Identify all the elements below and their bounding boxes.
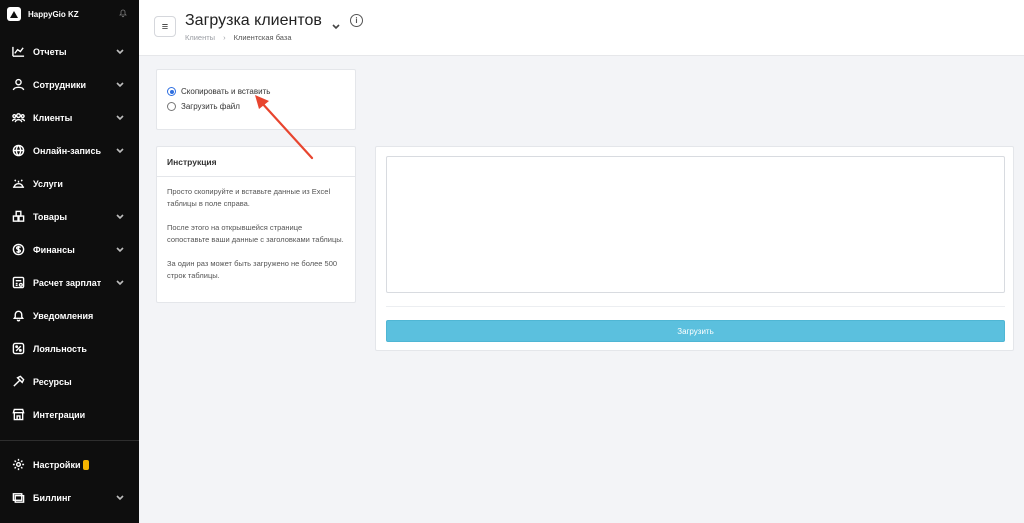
file-radio[interactable] (167, 102, 176, 111)
sidebar-item-loyalty[interactable]: Лояльность (0, 332, 139, 365)
annotation-arrow-icon (255, 95, 314, 160)
sidebar-item-label: Расчет зарплат (33, 277, 102, 288)
page-header: ≡ Загрузка клиентов i Клиенты › Клиентск… (139, 0, 1024, 56)
instructions-card: Инструкция Просто скопируйте и вставьте … (156, 146, 356, 303)
service-icon (12, 177, 25, 190)
instructions-paragraph: Просто скопируйте и вставьте данные из E… (167, 187, 331, 208)
info-icon[interactable]: i (350, 14, 363, 27)
sidebar-item-clients[interactable]: Клиенты (0, 101, 139, 134)
paste-textarea[interactable] (386, 156, 1005, 293)
page-title: Загрузка клиентов (185, 12, 322, 29)
breadcrumb-separator-icon: › (223, 33, 226, 42)
chevron-down-icon (116, 146, 124, 154)
sidebar-item-label: Отчеты (33, 46, 67, 57)
menu-toggle-button[interactable]: ≡ (154, 16, 176, 37)
brand[interactable]: HappyGio KZ (0, 0, 139, 28)
chevron-down-icon (116, 47, 124, 55)
sidebar-item-settings[interactable]: Настройки (0, 448, 139, 481)
chevron-down-icon (116, 80, 124, 88)
sidebar-item-staff[interactable]: Сотрудники (0, 68, 139, 101)
instructions-paragraph: После этого на открывшейся странице сопо… (167, 223, 344, 244)
globe-icon (12, 144, 25, 157)
sidebar-item-reports[interactable]: Отчеты (0, 35, 139, 68)
instructions-paragraph: За один раз может быть загружено не боле… (167, 259, 338, 280)
sidebar-item-payroll[interactable]: Расчет зарплат (0, 266, 139, 299)
sidebar-item-label: Интеграции (33, 409, 86, 420)
calc-icon (12, 276, 25, 289)
sidebar-item-label: Сотрудники (33, 79, 87, 90)
hamburger-icon: ≡ (161, 20, 169, 33)
store-icon (12, 408, 25, 421)
sidebar-item-resources[interactable]: Ресурсы (0, 365, 139, 398)
bell-icon (12, 309, 25, 322)
file-label[interactable]: Загрузить файл (181, 102, 240, 111)
hammer-icon (12, 375, 25, 388)
sidebar-item-label: Финансы (33, 244, 75, 255)
sidebar-item-finance[interactable]: Финансы (0, 233, 139, 266)
sidebar-item-online-booking[interactable]: Онлайн-запись (0, 134, 139, 167)
sidebar-item-label: Онлайн-запись (33, 145, 101, 156)
brand-logo-icon (7, 7, 21, 21)
paste-card: Загрузить (375, 146, 1014, 351)
chevron-down-icon (116, 212, 124, 220)
sidebar-item-notifications[interactable]: Уведомления (0, 299, 139, 332)
option-file[interactable]: Загрузить файл (167, 102, 240, 111)
sidebar-item-label: Биллинг (33, 492, 72, 503)
chart-icon (12, 45, 25, 58)
percent-icon (12, 342, 25, 355)
sidebar-item-label: Клиенты (33, 112, 73, 123)
sidebar-divider (0, 440, 139, 441)
settings-badge (83, 459, 90, 470)
chevron-down-icon (116, 245, 124, 253)
sidebar-item-label: Лояльность (33, 343, 87, 354)
chevron-down-icon (116, 113, 124, 121)
user-icon (12, 78, 25, 91)
sidebar-item-label: Услуги (33, 178, 63, 189)
sidebar-item-integrations[interactable]: Интеграции (0, 398, 139, 431)
upload-button[interactable]: Загрузить (386, 320, 1005, 342)
breadcrumb-item-clients[interactable]: Клиенты (185, 33, 215, 42)
breadcrumb: Клиенты › Клиентская база (185, 33, 292, 42)
gear-icon (12, 458, 25, 471)
sidebar-item-goods[interactable]: Товары (0, 200, 139, 233)
bell-icon[interactable] (118, 8, 128, 18)
breadcrumb-item-current: Клиентская база (233, 33, 292, 42)
users-icon (12, 111, 25, 124)
billing-icon (12, 491, 25, 504)
box-icon (12, 210, 25, 223)
chevron-down-icon[interactable] (332, 17, 340, 30)
sidebar: HappyGio KZ Отчеты Сотрудники Клиенты Он… (0, 0, 139, 523)
sidebar-item-services[interactable]: Услуги (0, 167, 139, 200)
sidebar-item-label: Настройки (33, 459, 81, 470)
sidebar-item-label: Ресурсы (33, 376, 72, 387)
sidebar-item-billing[interactable]: Биллинг (0, 481, 139, 514)
dollar-icon (12, 243, 25, 256)
brand-name: HappyGio KZ (28, 9, 79, 19)
chevron-down-icon (116, 278, 124, 286)
paste-radio[interactable] (167, 87, 176, 96)
chevron-down-icon (116, 493, 124, 501)
divider (386, 306, 1005, 307)
sidebar-item-label: Уведомления (33, 310, 94, 321)
sidebar-item-label: Товары (33, 211, 68, 222)
instructions-body: Просто скопируйте и вставьте данные из E… (157, 177, 355, 303)
